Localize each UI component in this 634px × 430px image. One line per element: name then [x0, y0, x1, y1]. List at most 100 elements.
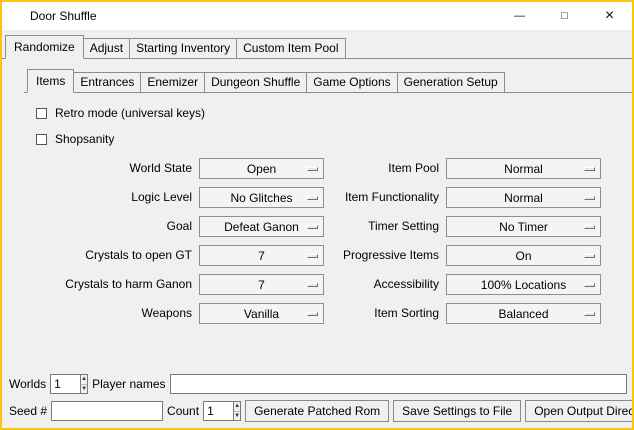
- retro-mode-label: Retro mode (universal keys): [55, 106, 205, 120]
- dropdown-indicator-icon: [584, 196, 595, 200]
- open-output-button[interactable]: Open Output Directory: [525, 400, 634, 422]
- bottom-controls: Worlds ▲ ▼ Player names Seed # Count ▲ ▼: [7, 374, 627, 422]
- item-pool-label: Item Pool: [331, 158, 439, 179]
- tab-enemizer[interactable]: Enemizer: [140, 72, 205, 92]
- tab-adjust[interactable]: Adjust: [83, 38, 130, 58]
- seed-row: Seed # Count ▲ ▼ Generate Patched Rom Sa…: [7, 400, 627, 422]
- window-controls: — □ ×: [497, 2, 632, 30]
- crystals-gt-label: Crystals to open GT: [36, 245, 192, 266]
- dropdown-indicator-icon: [584, 283, 595, 287]
- weapons-value: Vanilla: [244, 307, 279, 321]
- player-names-label: Player names: [92, 377, 165, 391]
- crystals-gt-dropdown[interactable]: 7: [199, 245, 324, 266]
- worlds-input[interactable]: [51, 375, 80, 393]
- sub-tab-bar: Items Entrances Enemizer Dungeon Shuffle…: [24, 64, 632, 93]
- dropdown-indicator-icon: [307, 312, 318, 316]
- goal-label: Goal: [36, 216, 192, 237]
- spin-down-icon[interactable]: ▼: [234, 411, 240, 421]
- item-sorting-label: Item Sorting: [331, 303, 439, 324]
- item-pool-dropdown[interactable]: Normal: [446, 158, 601, 179]
- weapons-label: Weapons: [36, 303, 192, 324]
- dropdown-indicator-icon: [584, 254, 595, 258]
- seed-label: Seed #: [9, 404, 47, 418]
- generate-rom-button[interactable]: Generate Patched Rom: [245, 400, 389, 422]
- progressive-items-label: Progressive Items: [331, 245, 439, 266]
- dropdown-indicator-icon: [584, 167, 595, 171]
- item-pool-value: Normal: [504, 162, 543, 176]
- tab-custom-item-pool[interactable]: Custom Item Pool: [236, 38, 345, 58]
- save-settings-button[interactable]: Save Settings to File: [393, 400, 521, 422]
- logic-level-label: Logic Level: [36, 187, 192, 208]
- timer-setting-value: No Timer: [499, 220, 548, 234]
- dropdown-indicator-icon: [307, 196, 318, 200]
- spin-up-icon[interactable]: ▲: [234, 402, 240, 411]
- tab-game-options[interactable]: Game Options: [306, 72, 397, 92]
- crystals-gt-value: 7: [258, 249, 265, 263]
- worlds-label: Worlds: [9, 377, 46, 391]
- tab-items[interactable]: Items: [27, 69, 74, 93]
- accessibility-dropdown[interactable]: 100% Locations: [446, 274, 601, 295]
- crystals-ganon-label: Crystals to harm Ganon: [36, 274, 192, 295]
- count-spin-buttons: ▲ ▼: [233, 402, 240, 420]
- shopsanity-checkbox[interactable]: Shopsanity: [36, 132, 626, 146]
- maximize-icon: □: [561, 10, 568, 22]
- close-button[interactable]: ×: [587, 2, 632, 30]
- item-sorting-dropdown[interactable]: Balanced: [446, 303, 601, 324]
- checkbox-icon[interactable]: [36, 108, 47, 119]
- seed-input[interactable]: [51, 401, 163, 421]
- world-state-label: World State: [36, 158, 192, 179]
- player-names-input[interactable]: [170, 374, 628, 394]
- timer-setting-label: Timer Setting: [331, 216, 439, 237]
- dropdown-indicator-icon: [584, 225, 595, 229]
- progressive-items-value: On: [515, 249, 531, 263]
- count-spinner[interactable]: ▲ ▼: [203, 401, 241, 421]
- tab-randomize[interactable]: Randomize: [5, 35, 84, 59]
- worlds-row: Worlds ▲ ▼ Player names: [7, 374, 627, 394]
- minimize-button[interactable]: —: [497, 2, 542, 30]
- spin-up-icon[interactable]: ▲: [81, 375, 87, 384]
- accessibility-label: Accessibility: [331, 274, 439, 295]
- checkbox-icon[interactable]: [36, 134, 47, 145]
- titlebar: Door Shuffle — □ ×: [2, 2, 632, 30]
- dropdown-indicator-icon: [307, 167, 318, 171]
- retro-mode-checkbox[interactable]: Retro mode (universal keys): [36, 106, 626, 120]
- world-state-value: Open: [247, 162, 276, 176]
- goal-dropdown[interactable]: Defeat Ganon: [199, 216, 324, 237]
- crystals-ganon-dropdown[interactable]: 7: [199, 274, 324, 295]
- timer-setting-dropdown[interactable]: No Timer: [446, 216, 601, 237]
- window-title: Door Shuffle: [30, 9, 97, 23]
- tab-dungeon-shuffle[interactable]: Dungeon Shuffle: [204, 72, 307, 92]
- worlds-spinner[interactable]: ▲ ▼: [50, 374, 88, 394]
- dropdown-indicator-icon: [307, 254, 318, 258]
- count-label: Count: [167, 404, 199, 418]
- item-functionality-value: Normal: [504, 191, 543, 205]
- crystals-ganon-value: 7: [258, 278, 265, 292]
- dropdown-indicator-icon: [584, 312, 595, 316]
- logic-level-value: No Glitches: [230, 191, 292, 205]
- count-input[interactable]: [204, 402, 233, 420]
- tab-entrances[interactable]: Entrances: [73, 72, 141, 92]
- tab-starting-inventory[interactable]: Starting Inventory: [129, 38, 237, 58]
- minimize-icon: —: [514, 10, 525, 22]
- dropdown-indicator-icon: [307, 283, 318, 287]
- main-tab-bar: Randomize Adjust Starting Inventory Cust…: [2, 30, 632, 59]
- goal-value: Defeat Ganon: [224, 220, 299, 234]
- item-functionality-label: Item Functionality: [331, 187, 439, 208]
- spin-down-icon[interactable]: ▼: [81, 384, 87, 394]
- world-state-dropdown[interactable]: Open: [199, 158, 324, 179]
- items-pane: Retro mode (universal keys) Shopsanity W…: [24, 93, 632, 324]
- door-shuffle-window: Door Shuffle — □ × Randomize Adjust Star…: [0, 0, 634, 430]
- dropdown-indicator-icon: [307, 225, 318, 229]
- accessibility-value: 100% Locations: [481, 278, 566, 292]
- tab-generation-setup[interactable]: Generation Setup: [397, 72, 505, 92]
- progressive-items-dropdown[interactable]: On: [446, 245, 601, 266]
- close-icon: ×: [605, 7, 614, 25]
- item-sorting-value: Balanced: [498, 307, 548, 321]
- item-functionality-dropdown[interactable]: Normal: [446, 187, 601, 208]
- shopsanity-label: Shopsanity: [55, 132, 114, 146]
- weapons-dropdown[interactable]: Vanilla: [199, 303, 324, 324]
- worlds-spin-buttons: ▲ ▼: [80, 375, 87, 393]
- logic-level-dropdown[interactable]: No Glitches: [199, 187, 324, 208]
- maximize-button[interactable]: □: [542, 2, 587, 30]
- options-grid: World State Open Item Pool Normal Logic …: [36, 158, 626, 324]
